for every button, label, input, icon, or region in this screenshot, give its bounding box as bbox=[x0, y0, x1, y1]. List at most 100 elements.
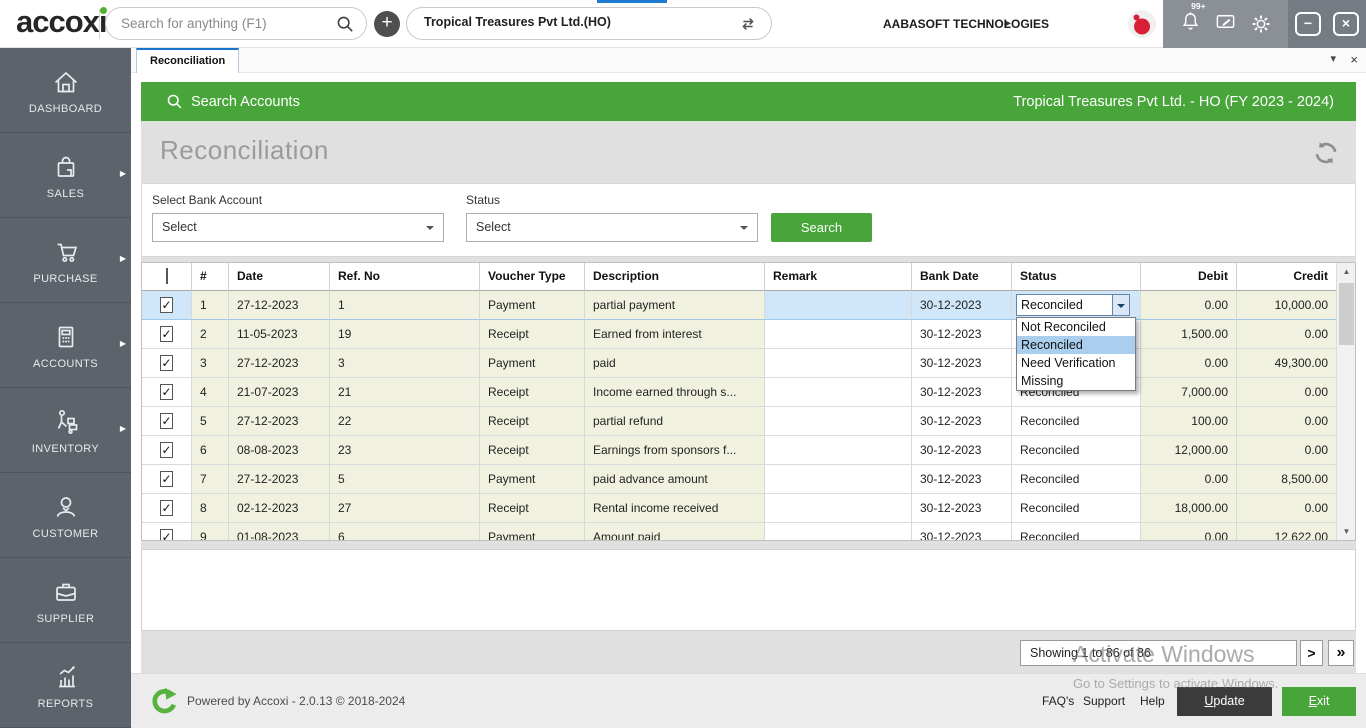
column-header-voucher[interactable]: Voucher Type bbox=[480, 263, 585, 291]
next-page-button[interactable]: > bbox=[1300, 640, 1323, 666]
dropdown-option-missing[interactable]: Missing bbox=[1017, 372, 1135, 390]
column-header-status[interactable]: Status bbox=[1012, 263, 1141, 291]
column-header-desc[interactable]: Description bbox=[585, 263, 765, 291]
cell-bank_date[interactable]: 30-12-2023 bbox=[912, 320, 1012, 349]
cell-remark[interactable] bbox=[765, 378, 912, 407]
last-page-button[interactable]: » bbox=[1328, 640, 1354, 666]
cell-bank_date[interactable]: 30-12-2023 bbox=[912, 407, 1012, 436]
avatar[interactable] bbox=[1128, 10, 1156, 38]
sidebar-item-customer[interactable]: CUSTOMER bbox=[0, 473, 131, 558]
exit-button[interactable]: Exit bbox=[1282, 687, 1356, 716]
status-select[interactable]: Reconciled bbox=[1016, 294, 1130, 316]
row-checkbox[interactable]: ✓ bbox=[160, 500, 173, 516]
cell-bank_date[interactable]: 30-12-2023 bbox=[912, 378, 1012, 407]
table-row[interactable]: ✓ 9 01-08-2023 6 Payment Amount paid 30-12-202… bbox=[142, 523, 1355, 540]
minimize-button[interactable]: − bbox=[1295, 12, 1321, 36]
cell-check[interactable]: ✓ bbox=[142, 494, 192, 523]
cell-check[interactable]: ✓ bbox=[142, 465, 192, 494]
search-button[interactable]: Search bbox=[771, 213, 872, 242]
table-row[interactable]: ✓ 7 27-12-2023 5 Payment paid advance amount 3… bbox=[142, 465, 1355, 494]
cell-remark[interactable] bbox=[765, 494, 912, 523]
cell-remark[interactable] bbox=[765, 320, 912, 349]
refresh-button[interactable] bbox=[1310, 137, 1342, 169]
sidebar-item-supplier[interactable]: SUPPLIER bbox=[0, 558, 131, 643]
row-checkbox[interactable]: ✓ bbox=[160, 326, 173, 342]
column-header-ref[interactable]: Ref. No bbox=[330, 263, 480, 291]
messages-button[interactable] bbox=[1214, 10, 1237, 38]
cell-check[interactable]: ✓ bbox=[142, 349, 192, 378]
tab-reconciliation[interactable]: Reconciliation bbox=[136, 48, 240, 73]
tab-overflow-icon[interactable]: ▾ bbox=[1330, 52, 1336, 65]
table-row[interactable]: ✓ 1 27-12-2023 1 Payment partial payment 30-12… bbox=[142, 291, 1355, 391]
table-row[interactable]: ✓327-12-20233Paymentpaid30-12-2023Reconc… bbox=[142, 349, 1355, 378]
dropdown-arrow-button[interactable] bbox=[1112, 295, 1129, 315]
cell-remark[interactable] bbox=[765, 523, 912, 540]
dropdown-option-reconciled[interactable]: Reconciled bbox=[1017, 336, 1135, 354]
scrollbar-thumb[interactable] bbox=[1339, 283, 1354, 345]
scroll-up-icon[interactable]: ▲ bbox=[1337, 263, 1355, 280]
update-button[interactable]: Update bbox=[1177, 687, 1272, 716]
table-row[interactable]: ✓ 4 21-07-2023 21 Receipt Income earned throu… bbox=[142, 378, 1355, 407]
row-checkbox[interactable]: ✓ bbox=[160, 442, 173, 458]
row-checkbox[interactable]: ✓ bbox=[160, 297, 173, 313]
vertical-scrollbar[interactable]: ▲ ▼ bbox=[1336, 263, 1355, 540]
cell-bank_date[interactable]: 30-12-2023 bbox=[912, 523, 1012, 540]
sidebar-item-dashboard[interactable]: DASHBOARD bbox=[0, 48, 131, 133]
cell-bank_date[interactable]: 30-12-2023 bbox=[912, 291, 1012, 320]
table-row[interactable]: ✓ 8 02-12-2023 27 Receipt Rental income recei… bbox=[142, 494, 1355, 523]
column-header-credit[interactable]: Credit bbox=[1237, 263, 1337, 291]
status-filter-select[interactable]: Select bbox=[466, 213, 758, 242]
row-checkbox[interactable]: ✓ bbox=[160, 529, 173, 540]
table-row[interactable]: ✓ 6 08-08-2023 23 Receipt Earnings from spons… bbox=[142, 436, 1355, 465]
row-checkbox[interactable]: ✓ bbox=[160, 355, 173, 371]
row-checkbox[interactable]: ✓ bbox=[160, 471, 173, 487]
cell-status[interactable]: Reconciled Not Reconciled Reconciled Need V… bbox=[1012, 291, 1141, 391]
column-header-bank_date[interactable]: Bank Date bbox=[912, 263, 1012, 291]
bank-account-select[interactable]: Select bbox=[152, 213, 444, 242]
dropdown-option-need-verification[interactable]: Need Verification bbox=[1017, 354, 1135, 372]
row-checkbox[interactable]: ✓ bbox=[160, 413, 173, 429]
cell-check[interactable]: ✓ bbox=[142, 291, 192, 320]
sidebar-item-sales[interactable]: SALES ▶ bbox=[0, 133, 131, 218]
search-accounts-button[interactable]: Search Accounts bbox=[141, 93, 300, 110]
column-header-num[interactable]: # bbox=[192, 263, 229, 291]
settings-button[interactable] bbox=[1250, 13, 1272, 35]
search-icon[interactable] bbox=[336, 15, 354, 38]
close-button[interactable]: × bbox=[1333, 12, 1359, 36]
switch-company-icon[interactable] bbox=[738, 14, 758, 39]
sidebar-item-inventory[interactable]: INVENTORY ▶ bbox=[0, 388, 131, 473]
column-header-debit[interactable]: Debit bbox=[1141, 263, 1237, 291]
notifications-button[interactable]: 99+ bbox=[1179, 1, 1206, 38]
faqs-link[interactable]: FAQ's bbox=[1042, 694, 1074, 708]
cell-bank_date[interactable]: 30-12-2023 bbox=[912, 349, 1012, 378]
table-row[interactable]: ✓ 5 27-12-2023 22 Receipt partial refund 30-12… bbox=[142, 407, 1355, 436]
cell-bank_date[interactable]: 30-12-2023 bbox=[912, 494, 1012, 523]
dropdown-option-not-reconciled[interactable]: Not Reconciled bbox=[1017, 318, 1135, 336]
row-checkbox[interactable]: ✓ bbox=[160, 384, 173, 400]
cell-check[interactable]: ✓ bbox=[142, 320, 192, 349]
tab-close-icon[interactable]: × bbox=[1350, 52, 1358, 67]
scroll-down-icon[interactable]: ▼ bbox=[1337, 523, 1355, 540]
cell-remark[interactable] bbox=[765, 349, 912, 378]
column-header-remark[interactable]: Remark bbox=[765, 263, 912, 291]
company-selector[interactable]: Tropical Treasures Pvt Ltd.(HO) bbox=[406, 7, 772, 40]
cell-remark[interactable] bbox=[765, 407, 912, 436]
support-link[interactable]: Support bbox=[1083, 694, 1125, 708]
cell-remark[interactable] bbox=[765, 291, 912, 320]
account-name[interactable]: AABASOFT TECHNOLOGIES bbox=[883, 0, 1049, 48]
cell-bank_date[interactable]: 30-12-2023 bbox=[912, 465, 1012, 494]
cell-check[interactable]: ✓ bbox=[142, 407, 192, 436]
select-all-header[interactable] bbox=[142, 263, 192, 291]
sidebar-item-purchase[interactable]: PURCHASE ▶ bbox=[0, 218, 131, 303]
cell-bank_date[interactable]: 30-12-2023 bbox=[912, 436, 1012, 465]
cell-remark[interactable] bbox=[765, 436, 912, 465]
global-search-input[interactable] bbox=[121, 9, 331, 38]
select-all-checkbox[interactable] bbox=[165, 268, 168, 284]
sidebar-item-accounts[interactable]: ACCOUNTS ▶ bbox=[0, 303, 131, 388]
sidebar-item-reports[interactable]: REPORTS bbox=[0, 643, 131, 728]
cell-check[interactable]: ✓ bbox=[142, 378, 192, 407]
add-new-button[interactable]: + bbox=[374, 11, 400, 37]
cell-check[interactable]: ✓ bbox=[142, 436, 192, 465]
cell-remark[interactable] bbox=[765, 465, 912, 494]
table-row[interactable]: ✓ 2 11-05-2023 19 Receipt Earned from interes… bbox=[142, 320, 1355, 349]
